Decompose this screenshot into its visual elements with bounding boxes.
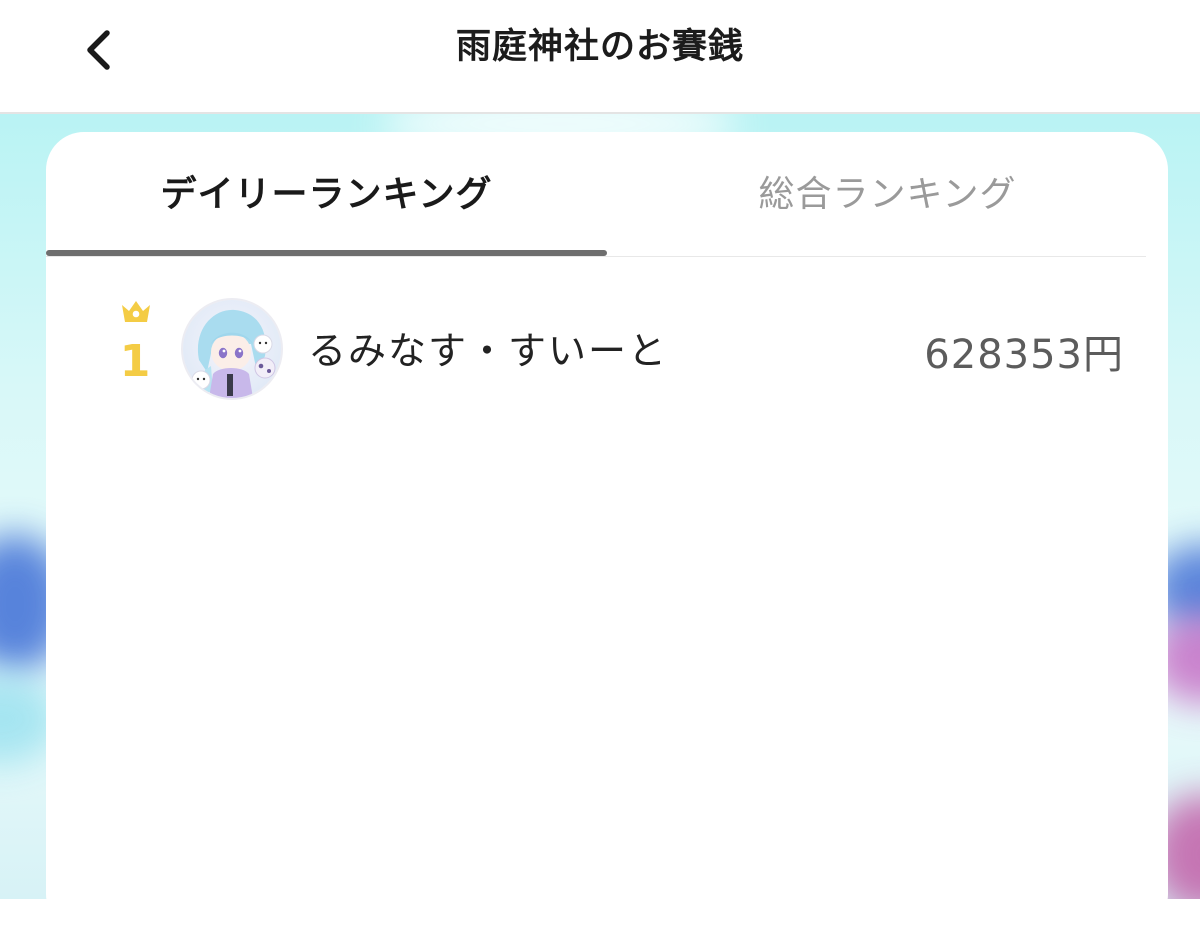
tab-total-ranking[interactable]: 総合ランキング [607,132,1168,256]
ranking-card: デイリーランキング 総合ランキング 1 るみなす・すいーと 628353円 [46,132,1168,932]
rank-number: 1 [119,336,151,387]
donation-amount: 628353円 [924,332,1124,378]
avatar[interactable] [181,298,283,400]
user-name: るみなす・すいーと [308,329,669,373]
avatar-illustration [183,300,281,398]
rank-badge: 1 [112,298,158,398]
active-tab-indicator [46,250,607,256]
page-title: 雨庭神社のお賽銭 [455,27,744,67]
ranking-row[interactable]: 1 るみなす・すいーと 628353円 [46,282,1168,412]
ranking-tabs: デイリーランキング 総合ランキング [46,132,1146,257]
app-header: 雨庭神社のお賽銭 [0,0,1200,114]
back-button[interactable] [62,14,134,86]
tab-daily-ranking[interactable]: デイリーランキング [46,132,607,256]
chevron-left-icon [87,30,110,70]
crown-icon [122,301,150,322]
